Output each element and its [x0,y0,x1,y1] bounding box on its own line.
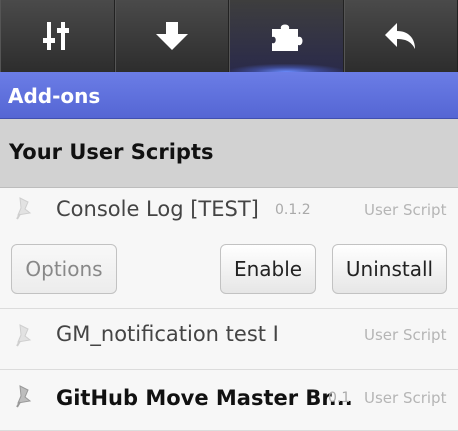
script-pin-icon [14,323,34,347]
script-type: User Script [364,326,446,344]
script-pin-icon [14,196,34,220]
puzzle-piece-icon [268,19,304,53]
script-name: GM_notification test I [56,322,279,346]
sliders-icon [43,20,71,52]
script-pin-icon [14,384,34,408]
list-item[interactable]: GitHub Move Master Br... 0.1 User Script [0,370,458,431]
options-button[interactable]: Options [11,244,117,294]
script-version: 0.1 [328,390,350,406]
list-item[interactable]: GM_notification test I User Script [0,309,458,370]
section-title: Your User Scripts [9,140,213,164]
enable-button[interactable]: Enable [220,244,316,294]
tab-downloads[interactable] [115,0,230,72]
uninstall-button[interactable]: Uninstall [332,244,447,294]
download-arrow-icon [154,20,190,52]
tab-settings[interactable] [0,0,115,72]
script-type: User Script [364,201,446,219]
back-arrow-icon [383,19,419,53]
page-title: Add-ons [8,84,100,108]
script-version: 0.1.2 [275,202,311,218]
list-item[interactable]: Console Log [TEST] 0.1.2 User Script Opt… [0,188,458,309]
toolbar [0,0,458,72]
script-type: User Script [364,389,446,407]
tab-back[interactable] [344,0,458,72]
script-name: GitHub Move Master Br... [56,386,353,410]
addons-title-bar: Add-ons [0,72,458,119]
tab-addons[interactable] [229,0,344,72]
section-header: Your User Scripts [0,119,458,188]
script-name: Console Log [TEST] [56,197,259,221]
